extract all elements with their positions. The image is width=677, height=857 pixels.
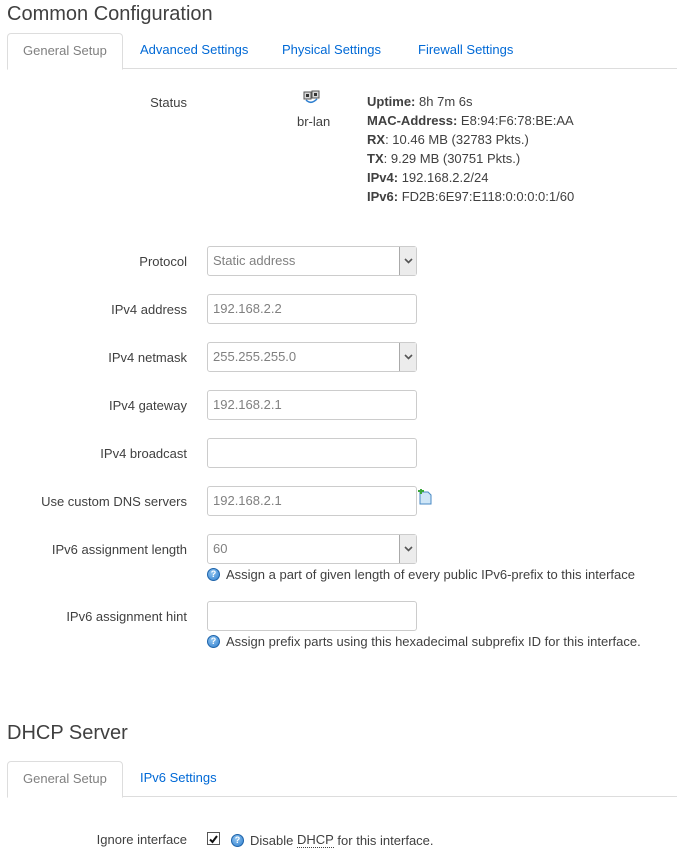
ipv6-hint-help-text: Assign prefix parts using this hexadecim… [226,634,641,649]
mac-key: MAC-Address: [367,113,458,128]
ipv6-length-label: IPv6 assignment length [51,542,187,557]
ipv6-hint-input[interactable] [207,601,417,631]
common-configuration-title: Common Configuration [7,3,213,25]
ipv4-address-input[interactable]: 192.168.2.2 [207,294,417,324]
ipv6-length-value: 60 [213,541,228,556]
ipv6-length-help-text: Assign a part of given length of every p… [226,567,635,582]
protocol-select[interactable]: Static address [207,246,417,276]
ignore-help-text-pre: Disable [250,832,297,848]
mac-row: MAC-Address: E8:94:F6:78:BE:AA [367,111,574,130]
tab-general-setup[interactable]: General Setup [7,33,123,70]
ipv4-broadcast-label: IPv4 broadcast [100,446,187,461]
ipv4-netmask-label: IPv4 netmask [108,350,187,365]
dns-servers-label: Use custom DNS servers [41,494,187,509]
dhcp-tabs: General Setup IPv6 Settings [7,761,677,798]
ipv4-netmask-select[interactable]: 255.255.255.0 [207,342,417,372]
ipv4-netmask-value: 255.255.255.0 [213,349,297,364]
ignore-interface-checkbox[interactable] [207,832,220,845]
tab-ipv6-settings[interactable]: IPv6 Settings [125,761,232,797]
tx-value: : 9.29 MB (30751 Pkts.) [383,151,521,166]
tab-dhcp-general-setup[interactable]: General Setup [7,761,123,798]
common-config-tabs: General Setup Advanced Settings Physical… [7,33,677,70]
ipv4-address-label: IPv4 address [111,302,187,317]
help-icon: ? [207,635,220,648]
help-icon: ? [207,568,220,581]
mac-value: E8:94:F6:78:BE:AA [460,113,574,128]
status-label: Status [150,95,187,110]
ipv6-row: IPv6: FD2B:6E97:E118:0:0:0:0:1/60 [367,187,574,206]
dhcp-abbreviation: DHCP [296,832,334,848]
rx-row: RX: 10.46 MB (32783 Pkts.) [367,130,574,149]
chevron-down-icon[interactable] [399,535,416,563]
ignore-interface-label: Ignore interface [96,832,187,847]
dns-servers-input[interactable]: 192.168.2.1 [207,486,417,516]
interface-status-details: Uptime: 8h 7m 6s MAC-Address: E8:94:F6:7… [367,92,574,206]
uptime-value: 8h 7m 6s [419,94,473,109]
ipv4-value: 192.168.2.2/24 [401,170,489,185]
rx-value: : 10.46 MB (32783 Pkts.) [385,132,529,147]
ipv6-length-select[interactable]: 60 [207,534,417,564]
tx-key: TX [367,151,384,166]
tab-physical-settings[interactable]: Physical Settings [267,33,396,69]
ipv6-key: IPv6: [367,189,399,204]
ipv6-length-help: ? Assign a part of given length of every… [207,567,635,582]
network-interface-icon [303,90,323,106]
add-entry-icon[interactable] [418,488,432,505]
help-icon: ? [231,833,244,847]
dhcp-server-title: DHCP Server [7,722,128,744]
ipv6-hint-help: ? Assign prefix parts using this hexadec… [207,634,641,649]
rx-key: RX [367,132,386,147]
ipv6-value: FD2B:6E97:E118:0:0:0:0:1/60 [401,189,575,204]
ipv4-gateway-input[interactable]: 192.168.2.1 [207,390,417,420]
tab-firewall-settings[interactable]: Firewall Settings [403,33,528,69]
tx-row: TX: 9.29 MB (30751 Pkts.) [367,149,574,168]
ignore-interface-help: ? Disable DHCP for this interface. [231,832,434,848]
ipv6-hint-label: IPv6 assignment hint [66,609,187,624]
ipv4-broadcast-input[interactable] [207,438,417,468]
chevron-down-icon[interactable] [399,247,416,275]
tab-advanced-settings[interactable]: Advanced Settings [125,33,263,69]
protocol-label: Protocol [139,254,187,269]
ipv4-key: IPv4: [367,170,399,185]
interface-name: br-lan [297,114,331,129]
ipv4-row: IPv4: 192.168.2.2/24 [367,168,574,187]
uptime-key: Uptime: [367,94,416,109]
uptime-row: Uptime: 8h 7m 6s [367,92,574,111]
protocol-value: Static address [213,253,296,268]
chevron-down-icon[interactable] [399,343,416,371]
ignore-help-text-post: for this interface. [333,832,434,848]
ipv4-gateway-label: IPv4 gateway [108,398,187,413]
